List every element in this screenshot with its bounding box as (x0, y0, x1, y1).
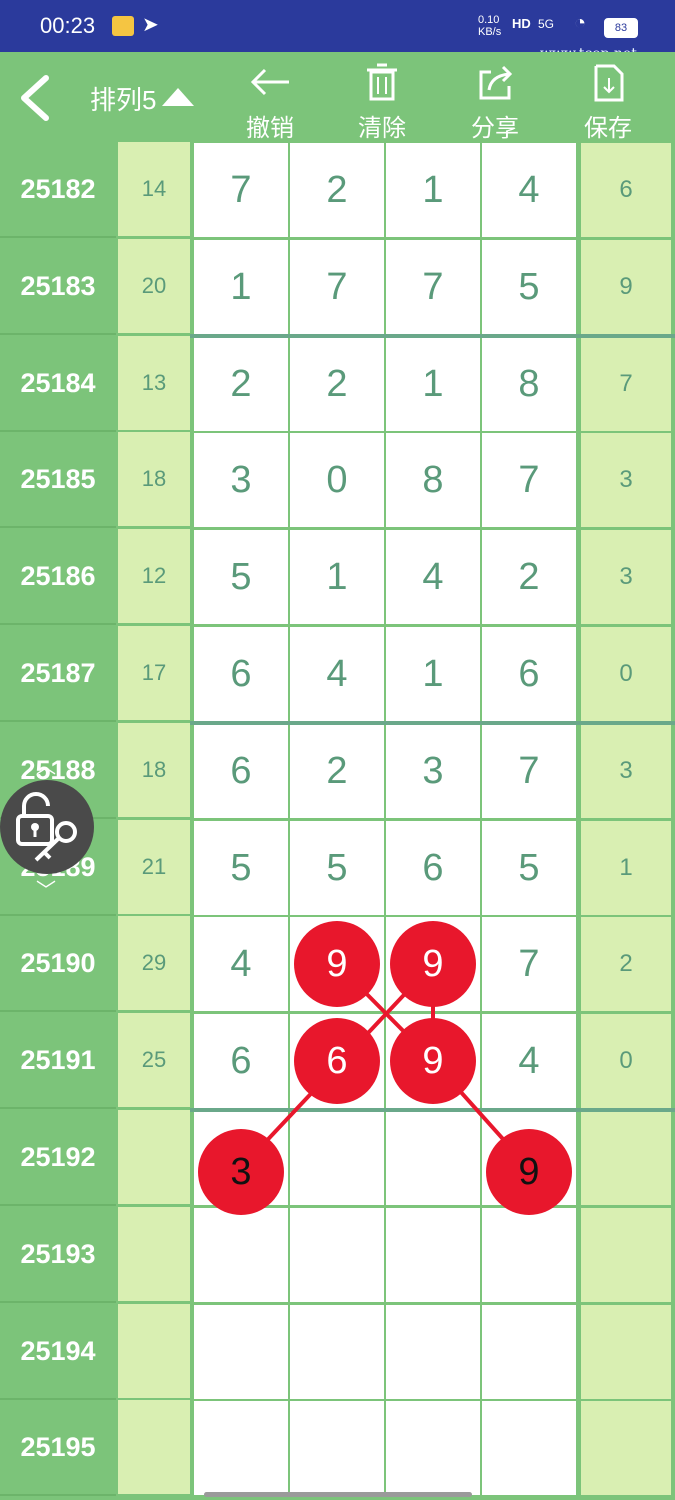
marked-ball[interactable]: 9 (390, 1018, 476, 1104)
clear-button[interactable]: 清除 (342, 62, 422, 143)
lock-button[interactable] (0, 780, 94, 874)
send-icon: ➤ (142, 14, 159, 36)
status-bar: 00:23 ➤ 0.10 KB/s HD 5G ◔ 83 www.tcep.ne… (0, 0, 675, 62)
signal-5g: 5G (538, 17, 555, 31)
undo-label: 撤销 (246, 115, 294, 142)
lottery-type-selector[interactable]: 排列5 (90, 80, 195, 117)
share-icon (479, 65, 513, 100)
marked-ball[interactable]: 3 (198, 1129, 284, 1215)
trash-icon (367, 63, 397, 101)
draw-grid: 25182 14 7 2 1 4 6 25183 20 1 7 7 5 9 25184 13 2 2 1 8 7 2518… (0, 142, 675, 1500)
clear-label: 清除 (358, 115, 406, 142)
share-button[interactable]: 分享 (455, 62, 535, 143)
connector-lines (239, 962, 531, 1170)
chevron-down-icon: ﹀ (36, 880, 56, 902)
marked-ball[interactable]: 9 (486, 1129, 572, 1215)
document-icon (594, 64, 624, 102)
toolbar: 排列5 撤销 清除 分享 保存 (0, 52, 675, 142)
marked-ball[interactable]: 9 (390, 921, 476, 1007)
marked-ball[interactable]: 9 (294, 921, 380, 1007)
page-title: 排列5 (90, 85, 157, 115)
save-label: 保存 (584, 115, 632, 142)
share-label: 分享 (471, 115, 519, 142)
net-speed: 0.10 KB/s (478, 14, 502, 38)
battery-icon: 83 (604, 18, 638, 38)
chevron-left-icon (21, 75, 49, 121)
arrow-left-icon (250, 68, 289, 96)
wifi-icon: ◔ (574, 12, 587, 34)
undo-button[interactable]: 撤销 (230, 62, 310, 143)
marked-ball[interactable]: 6 (294, 1018, 380, 1104)
status-time: 00:23 (40, 13, 96, 38)
app-notification-icon (112, 16, 134, 36)
unlock-key-icon (16, 792, 77, 862)
caret-up-icon (162, 88, 195, 106)
chevron-up-icon: ︿ (36, 756, 56, 778)
back-button[interactable] (16, 72, 56, 124)
save-button[interactable]: 保存 (568, 62, 648, 143)
home-indicator (204, 1492, 472, 1497)
hd-badge: HD (512, 16, 531, 31)
